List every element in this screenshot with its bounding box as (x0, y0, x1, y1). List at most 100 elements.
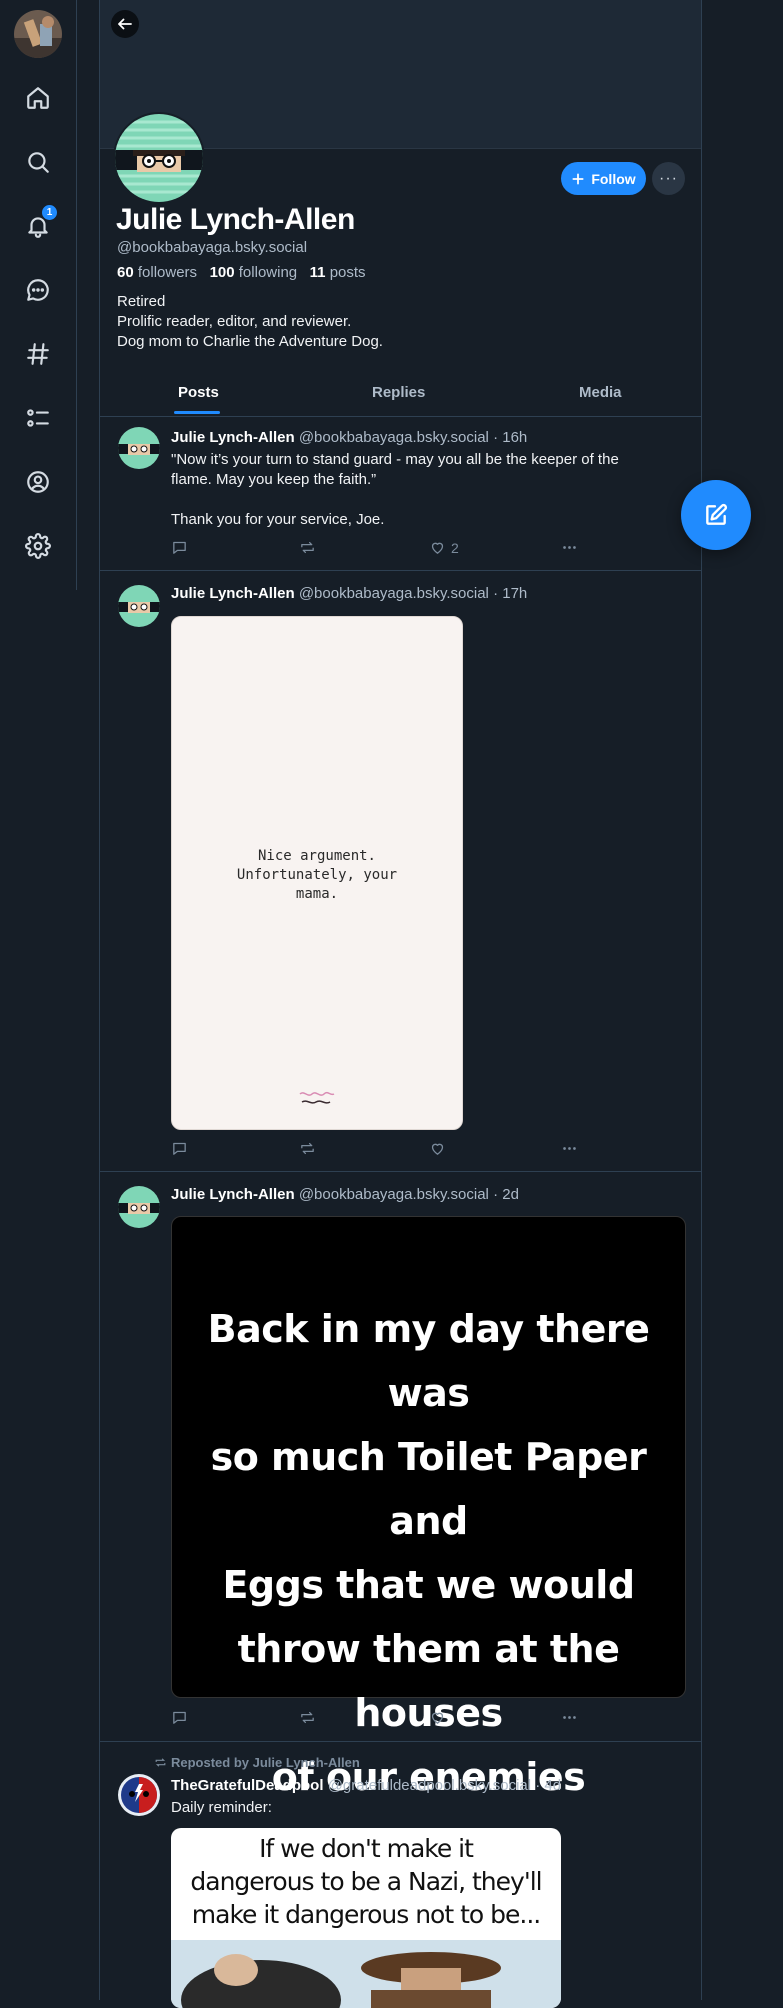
post-actions (171, 1140, 651, 1160)
bio-line: Retired (117, 293, 166, 310)
nav-lists[interactable] (22, 402, 54, 434)
post-image[interactable]: Nice argument. Unfortunately, your mama. (171, 616, 463, 1130)
nav-search[interactable] (22, 146, 54, 178)
post-more-button[interactable] (561, 1140, 578, 1157)
post-text-line: Daily reminder: (171, 1799, 272, 1816)
plus-icon (572, 172, 584, 185)
post-time[interactable]: · 17h (493, 585, 527, 602)
image-text-line: Nice argument. (257, 848, 376, 864)
heart-icon (431, 1712, 444, 1724)
post-more-button[interactable] (561, 539, 578, 556)
post-image[interactable]: If we don't make it dangerous to be a Na… (171, 1828, 561, 2008)
post-item[interactable]: Julie Lynch-Allen @bookbabayaga.bsky.soc… (100, 571, 701, 1172)
follow-label: Follow (591, 170, 636, 187)
nav-settings[interactable] (22, 530, 54, 562)
user-circle-icon (27, 471, 49, 493)
post-author-avatar[interactable] (118, 585, 160, 627)
post-image-text: If we don't make it dangerous to be a Na… (171, 1832, 561, 1931)
current-user-avatar[interactable] (14, 10, 62, 58)
reply-icon (173, 541, 186, 554)
like-button[interactable] (429, 1709, 446, 1726)
heart-icon (431, 542, 444, 554)
following-count: 100 (209, 264, 235, 281)
back-button[interactable] (111, 10, 139, 38)
more-icon (563, 546, 576, 549)
post-author-name[interactable]: Julie Lynch-Allen (171, 429, 295, 446)
post-author-handle[interactable]: @bookbabayaga.bsky.social (299, 1186, 489, 1203)
post-text: Daily reminder: (171, 1798, 671, 1818)
heart-icon (431, 1143, 444, 1155)
reply-button[interactable] (171, 1140, 188, 1157)
post-author-name[interactable]: Julie Lynch-Allen (171, 585, 295, 602)
tab-active-indicator (174, 411, 220, 414)
profile-tabs: Posts Replies Media (100, 370, 701, 417)
post-author-handle[interactable]: @gratefuldeadpool.bsky.social (328, 1777, 531, 1794)
reply-icon (173, 1142, 186, 1155)
repost-button[interactable] (299, 539, 316, 556)
image-text-line: Unfortunately, your (236, 867, 398, 883)
brand-logo (296, 1086, 338, 1108)
like-button[interactable] (429, 1140, 446, 1157)
image-text-line: Back in my day there was (207, 1307, 650, 1415)
profile-stats: 60 followers 100 following 11 posts (117, 264, 366, 281)
more-icon (563, 1147, 576, 1150)
repost-icon (301, 1142, 314, 1155)
post-item[interactable]: Julie Lynch-Allen @bookbabayaga.bsky.soc… (100, 417, 701, 571)
post-item[interactable]: Julie Lynch-Allen @bookbabayaga.bsky.soc… (100, 1172, 701, 1799)
arrow-left-icon (118, 18, 132, 30)
post-actions: 2 (171, 539, 651, 559)
post-author-name[interactable]: TheGratefulDeadpool (171, 1777, 324, 1794)
followers-link[interactable]: 60 followers (117, 264, 197, 281)
follow-button[interactable]: Follow (561, 162, 646, 195)
post-image[interactable]: Back in my day there was so much Toilet … (171, 1216, 686, 1799)
following-link[interactable]: 100 following (210, 264, 298, 281)
nav-home[interactable] (22, 82, 54, 114)
post-text-line (171, 490, 671, 510)
post-more-button[interactable] (561, 1709, 578, 1726)
post-header: Julie Lynch-Allen @bookbabayaga.bsky.soc… (171, 1186, 519, 1203)
profile-more-button[interactable]: ··· (652, 162, 685, 195)
bio-line: Dog mom to Charlie the Adventure Dog. (117, 333, 383, 350)
tab-replies[interactable]: Replies (372, 384, 425, 401)
compose-button[interactable] (681, 480, 751, 550)
repost-indicator[interactable]: Reposted by Julie Lynch-Allen (154, 1755, 360, 1770)
post-author-handle[interactable]: @bookbabayaga.bsky.social (299, 585, 489, 602)
reply-icon (173, 1711, 186, 1724)
post-time[interactable]: · 4d (535, 1777, 561, 1794)
notification-badge: 1 (42, 205, 57, 220)
post-author-handle[interactable]: @bookbabayaga.bsky.social (299, 429, 489, 446)
tab-posts[interactable]: Posts (178, 384, 219, 401)
search-icon (28, 152, 49, 173)
chat-icon (27, 279, 49, 301)
post-author-avatar[interactable] (118, 427, 160, 469)
repost-button[interactable] (299, 1709, 316, 1726)
post-image-text: Nice argument. Unfortunately, your mama. (172, 847, 462, 904)
post-item[interactable]: Reposted by Julie Lynch-Allen TheGratefu… (100, 1742, 701, 2008)
like-button[interactable]: 2 (429, 539, 459, 556)
reply-button[interactable] (171, 539, 188, 556)
compose-icon (706, 504, 727, 525)
list-icon (27, 409, 49, 427)
nav-chat[interactable] (22, 274, 54, 306)
bio-line: Prolific reader, editor, and reviewer. (117, 313, 352, 330)
post-author-avatar[interactable] (118, 1186, 160, 1228)
post-time[interactable]: · 2d (493, 1186, 519, 1203)
posts-count: 11 (309, 264, 326, 281)
post-image-illustration (171, 1940, 561, 2008)
repost-button[interactable] (299, 1140, 316, 1157)
nav-profile[interactable] (22, 466, 54, 498)
profile-avatar[interactable] (113, 112, 205, 204)
post-time[interactable]: · 16h (493, 429, 527, 446)
reply-button[interactable] (171, 1709, 188, 1726)
image-text-line: mama. (295, 886, 339, 902)
image-text-line: dangerous to be a Nazi, they'll (190, 1867, 542, 1896)
post-header: Julie Lynch-Allen @bookbabayaga.bsky.soc… (171, 585, 527, 602)
tab-media[interactable]: Media (579, 384, 622, 401)
post-author-avatar[interactable] (118, 1774, 160, 1816)
post-image-text: Back in my day there was so much Toilet … (172, 1297, 685, 1809)
post-author-name[interactable]: Julie Lynch-Allen (171, 1186, 295, 1203)
nav-feeds[interactable] (22, 338, 54, 370)
nav-notifications[interactable]: 1 (22, 205, 57, 242)
repost-icon (301, 541, 314, 554)
repost-icon (301, 1711, 314, 1724)
